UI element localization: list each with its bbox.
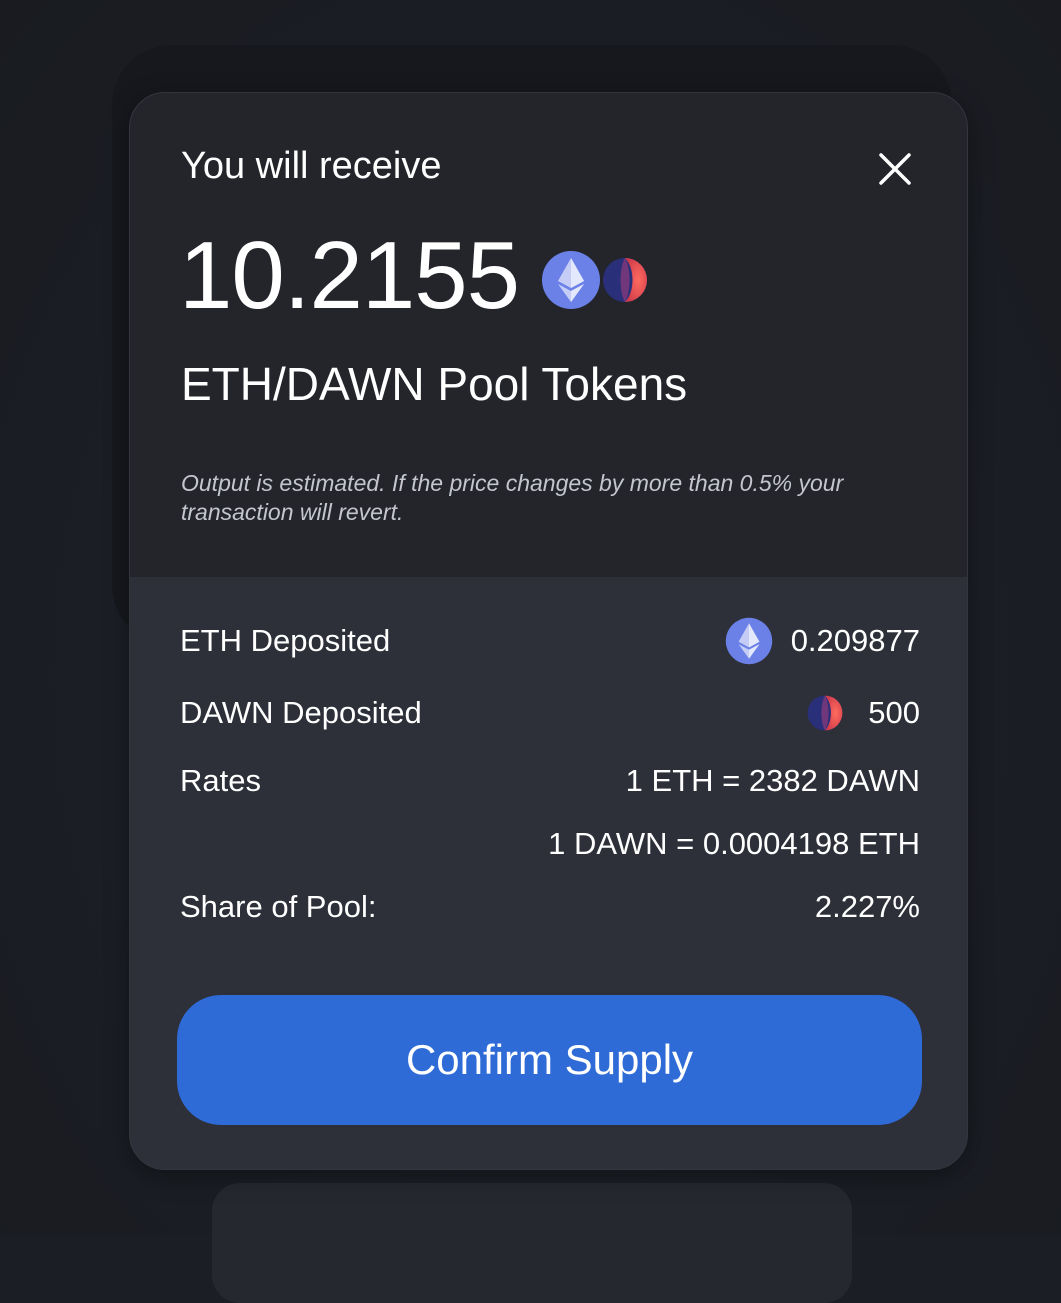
eth-deposited-value: 0.209877: [790, 623, 920, 658]
close-icon: [879, 153, 911, 185]
dawn-deposited-row: DAWN Deposited 500: [180, 693, 920, 733]
rates-label: Rates: [180, 763, 261, 798]
share-of-pool-label: Share of Pool:: [180, 889, 377, 924]
dawn-deposited-value: 500: [868, 695, 920, 730]
close-button[interactable]: [875, 149, 915, 189]
dawn-deposited-value-group: 500: [806, 694, 920, 732]
eth-deposited-value-group: 0.209877: [725, 617, 920, 665]
modal-header-section: You will receive 10.2155 ETH/DAWN Pool T…: [130, 93, 967, 577]
receive-amount-row: 10.2155: [179, 221, 661, 331]
rates-row-2: 1 DAWN = 0.0004198 ETH: [180, 824, 920, 864]
eth-deposited-label: ETH Deposited: [180, 623, 391, 658]
eth-token-icon: [542, 251, 601, 309]
eth-deposited-row: ETH Deposited 0.209877: [180, 617, 920, 665]
rates-row: Rates 1 ETH = 2382 DAWN: [180, 761, 920, 801]
pair-token-icons: [541, 247, 661, 313]
eth-token-icon: [725, 617, 772, 665]
confirm-supply-button[interactable]: Confirm Supply: [177, 995, 922, 1125]
modal-title: You will receive: [181, 145, 442, 187]
receive-amount: 10.2155: [179, 222, 520, 329]
pool-token-name: ETH/DAWN Pool Tokens: [181, 358, 688, 410]
underlying-card: [212, 1183, 852, 1303]
rate-eth-to-dawn: 1 ETH = 2382 DAWN: [625, 763, 920, 798]
estimate-note: Output is estimated. If the price change…: [181, 470, 844, 525]
confirm-supply-modal: You will receive 10.2155 ETH/DAWN Pool T…: [129, 92, 968, 1170]
rate-dawn-to-eth: 1 DAWN = 0.0004198 ETH: [548, 826, 920, 861]
dawn-deposited-label: DAWN Deposited: [180, 695, 422, 730]
share-of-pool-row: Share of Pool: 2.227%: [180, 887, 920, 927]
share-of-pool-value: 2.227%: [814, 889, 920, 924]
dawn-token-icon: [807, 695, 843, 731]
dawn-token-icon: [603, 258, 648, 302]
